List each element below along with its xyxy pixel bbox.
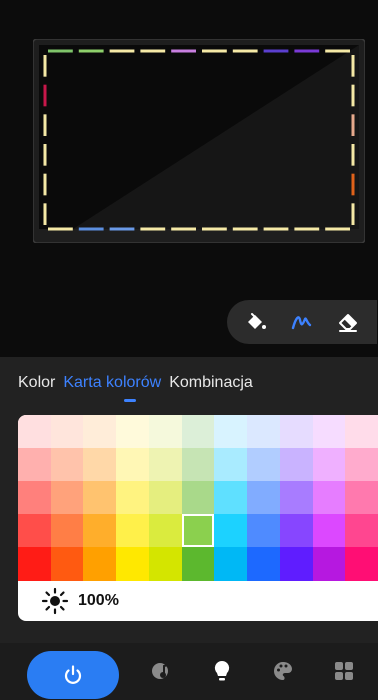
palette-swatch[interactable] — [148, 481, 183, 515]
palette-swatch[interactable] — [83, 448, 117, 482]
palette-swatch[interactable] — [214, 481, 248, 515]
eraser-icon — [339, 314, 357, 332]
palette-swatch[interactable] — [312, 448, 346, 482]
fill-bucket-button[interactable] — [238, 304, 274, 340]
brightness-row[interactable]: 100% — [18, 580, 378, 621]
palette-swatch[interactable] — [214, 514, 248, 548]
palette-swatch[interactable] — [279, 547, 314, 581]
brightness-value: 100% — [78, 591, 119, 609]
palette-swatch[interactable] — [18, 415, 52, 449]
palette-swatch[interactable] — [50, 547, 84, 581]
tab-karta-kolorow[interactable]: Karta kolorów — [63, 374, 161, 392]
palette-swatch[interactable] — [279, 415, 314, 449]
palette-swatch[interactable] — [312, 514, 346, 548]
palette-swatch[interactable] — [83, 547, 117, 581]
tab-active-indicator — [124, 399, 136, 402]
palette-swatch[interactable] — [50, 514, 84, 548]
fill-bucket-icon — [248, 313, 266, 329]
palette-swatch[interactable] — [279, 448, 314, 482]
palette-swatch[interactable] — [83, 481, 117, 515]
palette-swatch[interactable] — [247, 481, 281, 515]
sun-icon — [41, 587, 69, 614]
palette-swatch[interactable] — [312, 481, 346, 515]
palette-swatch[interactable] — [148, 547, 183, 581]
palette-swatch[interactable] — [18, 514, 52, 548]
music-mode-button[interactable] — [141, 651, 181, 691]
music-mode-icon — [152, 663, 169, 679]
lighting-button[interactable] — [202, 651, 242, 691]
palette-swatch[interactable] — [247, 415, 281, 449]
palette-swatch[interactable] — [50, 448, 84, 482]
palette-swatch[interactable] — [181, 448, 215, 482]
palette-swatch[interactable] — [18, 481, 52, 515]
palette-swatch[interactable] — [83, 415, 117, 449]
power-icon — [64, 665, 82, 684]
palette-swatch[interactable] — [148, 448, 183, 482]
bottom-navigation — [0, 643, 378, 700]
palette-swatch[interactable] — [148, 514, 183, 548]
palette-swatch[interactable] — [50, 481, 84, 515]
palette-swatch[interactable] — [312, 415, 346, 449]
palette-swatch[interactable] — [312, 547, 346, 581]
palette-swatch[interactable] — [345, 481, 378, 515]
palette-swatch[interactable] — [116, 415, 150, 449]
palette-swatch[interactable] — [116, 514, 150, 548]
palette-swatch[interactable] — [116, 481, 150, 515]
palette-swatch[interactable] — [18, 547, 52, 581]
color-palette-grid — [18, 415, 378, 581]
palette-icon — [274, 662, 292, 680]
palette-swatch[interactable] — [247, 547, 281, 581]
power-button[interactable] — [27, 651, 119, 699]
palette-swatch[interactable] — [345, 514, 378, 548]
color-tabs: Kolor Karta kolorów Kombinacja — [18, 374, 253, 392]
palette-swatch[interactable] — [345, 448, 378, 482]
lightbulb-icon — [214, 660, 230, 681]
tab-kolor[interactable]: Kolor — [18, 374, 55, 392]
brush-button[interactable] — [284, 304, 320, 340]
palette-swatch[interactable] — [345, 415, 378, 449]
palette-swatch[interactable] — [247, 448, 281, 482]
palette-swatch[interactable] — [279, 514, 314, 548]
selected-swatch-ring — [181, 514, 215, 547]
palette-swatch[interactable] — [116, 547, 150, 581]
eraser-button[interactable] — [330, 304, 366, 340]
palette-swatch[interactable] — [214, 448, 248, 482]
palette-swatch[interactable] — [181, 547, 215, 581]
color-card-panel: 100% — [18, 415, 378, 621]
palette-swatch[interactable] — [148, 415, 183, 449]
brush-icon — [291, 316, 312, 330]
palette-swatch[interactable] — [181, 481, 215, 515]
palette-swatch[interactable] — [181, 415, 215, 449]
palette-swatch[interactable] — [18, 448, 52, 482]
palette-swatch[interactable] — [50, 415, 84, 449]
tab-kombinacja[interactable]: Kombinacja — [169, 374, 253, 392]
scenes-button[interactable] — [324, 651, 364, 691]
tv-preview[interactable] — [33, 39, 365, 243]
palette-swatch[interactable] — [214, 415, 248, 449]
palette-swatch[interactable] — [279, 481, 314, 515]
palette-swatch[interactable] — [247, 514, 281, 548]
drawing-toolbar — [227, 300, 377, 344]
palette-swatch[interactable] — [214, 547, 248, 581]
palette-swatch[interactable] — [116, 448, 150, 482]
palette-swatch[interactable] — [345, 547, 378, 581]
palette-button[interactable] — [263, 651, 303, 691]
palette-swatch[interactable] — [83, 514, 117, 548]
grid-icon — [335, 662, 353, 680]
